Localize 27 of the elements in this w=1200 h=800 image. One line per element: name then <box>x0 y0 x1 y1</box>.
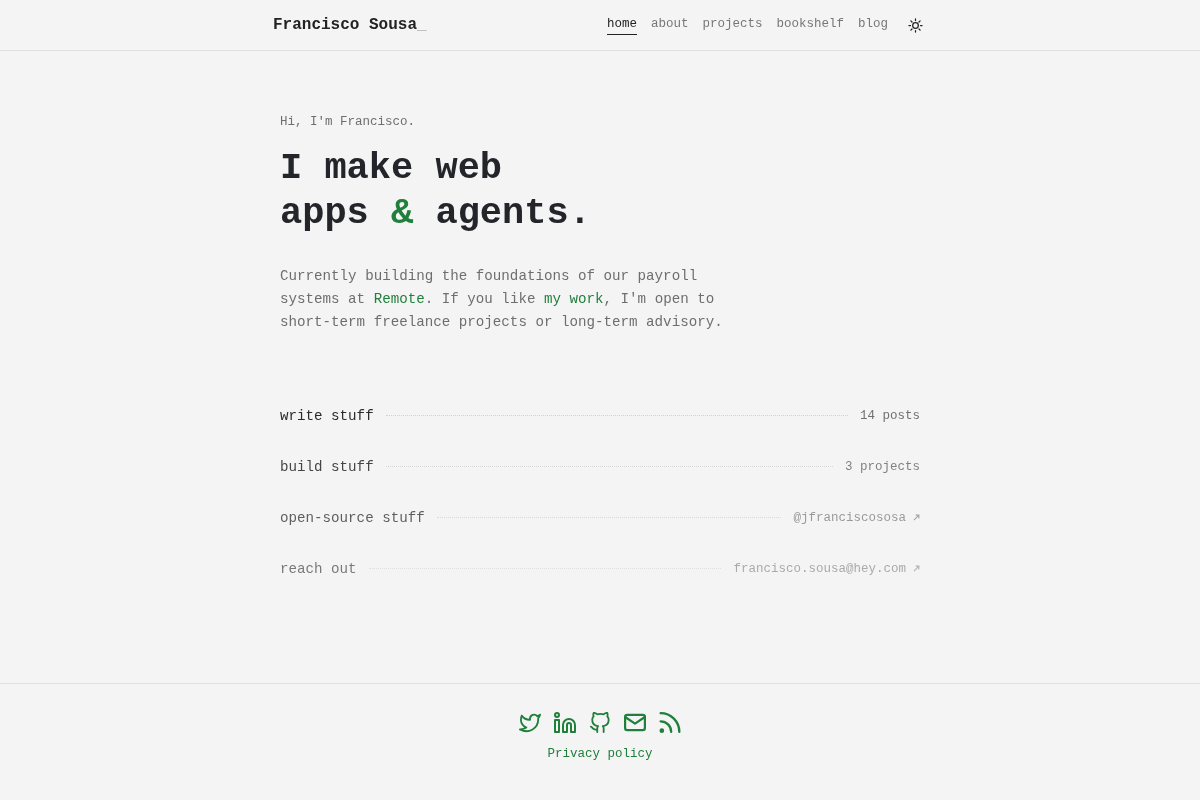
section-link[interactable]: reach out <box>280 560 357 577</box>
site-logo[interactable]: Francisco Sousa_ <box>273 16 427 34</box>
nav-link[interactable]: bookshelf <box>776 15 844 35</box>
privacy-link[interactable]: Privacy policy <box>547 745 653 763</box>
section-link[interactable]: open-source stuff <box>280 509 425 526</box>
rss-icon[interactable] <box>659 712 681 733</box>
greeting-text: Hi, I'm Francisco. <box>280 114 417 131</box>
external-link[interactable]: @jfranciscososa <box>793 510 906 525</box>
headline: I make web apps & agents. <box>280 146 592 236</box>
mail-icon[interactable] <box>624 712 646 733</box>
bird-icon[interactable] <box>519 712 541 733</box>
nav-link[interactable]: about <box>650 15 689 35</box>
section-link[interactable]: write stuff <box>280 407 374 424</box>
nav-link[interactable]: home <box>606 15 637 35</box>
count-text: 3 projects <box>845 459 920 474</box>
intro-paragraph: Currently building the foundations of our payroll systems at Remote. If you like my work, I'm open to short-term freelance projects or long-term advisory. <box>280 267 724 332</box>
linkedin-icon[interactable] <box>554 712 576 733</box>
nav-link[interactable]: projects <box>702 15 763 35</box>
arrow-icon <box>913 565 920 572</box>
nav-link[interactable]: blog <box>858 15 888 35</box>
text-link[interactable]: Remote <box>373 291 425 307</box>
section-link[interactable]: build stuff <box>280 458 374 475</box>
count-text: 14 posts <box>860 408 920 423</box>
text-link[interactable]: my work <box>543 291 604 307</box>
github-icon[interactable] <box>589 712 611 733</box>
sun-icon <box>908 17 923 33</box>
arrow-icon <box>913 514 920 521</box>
